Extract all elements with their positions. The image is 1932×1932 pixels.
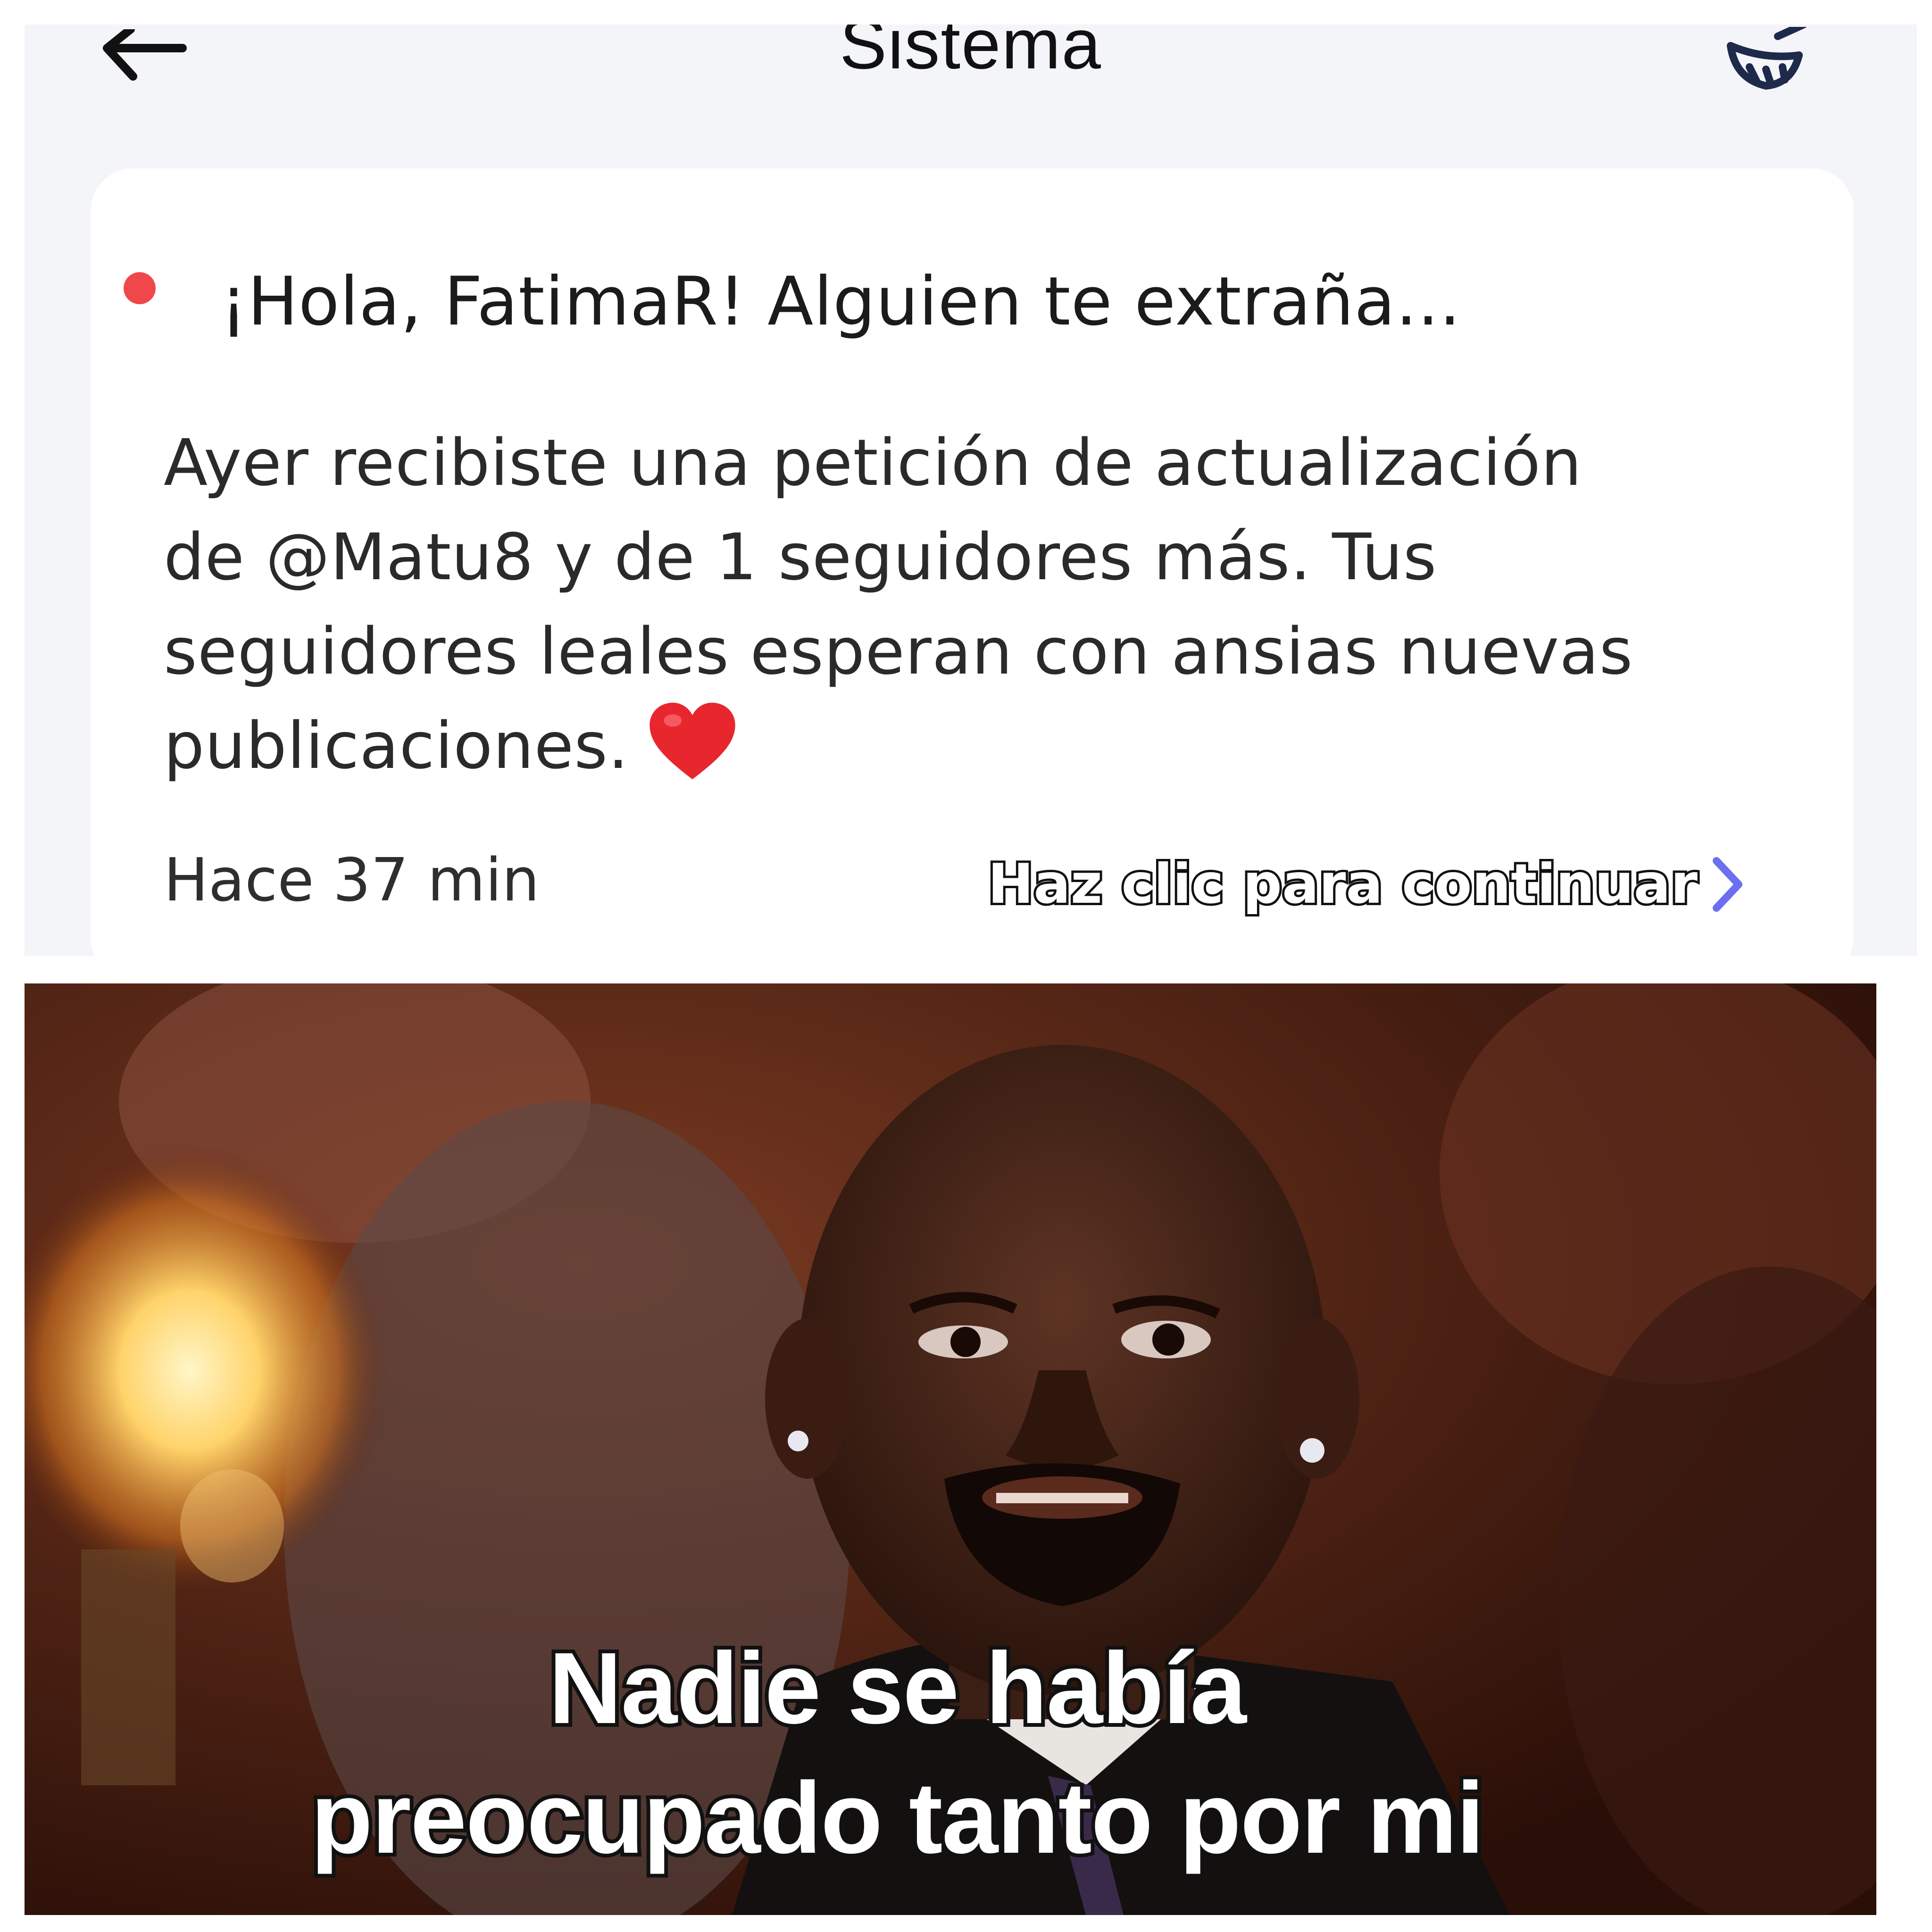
meme-caption-line-1: Nadie se había <box>545 1627 1250 1749</box>
body-line-text: publicaciones. <box>164 709 629 783</box>
body-line: Ayer recibiste una petición de actualiza… <box>164 426 1582 500</box>
chevron-right-icon <box>1713 857 1742 912</box>
app-screenshot: Sistema ¡Hola, FatimaR! Alguien te extra… <box>25 25 1917 956</box>
continue-link[interactable]: Haz clic para continuar <box>985 850 1747 918</box>
meme-photo: Nadie se había preocupado tanto por mi <box>25 983 1876 1915</box>
timestamp: Hace 37 min <box>164 845 540 915</box>
top-bar: Sistema <box>25 25 1917 166</box>
page-title: Sistema <box>840 25 1102 83</box>
clean-button[interactable] <box>1714 25 1818 95</box>
continue-label: Haz clic para continuar <box>985 850 1700 918</box>
meme-caption-line-2: preocupado tanto por mi <box>307 1757 1488 1878</box>
body-line: seguidores leales esperan con ansias nue… <box>164 615 1633 689</box>
body-line-last: publicaciones. <box>164 699 1767 793</box>
notification-title: ¡Hola, FatimaR! Alguien te extraña... <box>220 263 1461 341</box>
body-line: de @Matu8 y de 1 seguidores más. Tus <box>164 520 1437 595</box>
broom-icon <box>1727 27 1807 90</box>
notification-body: Ayer recibiste una petición de actualiza… <box>164 416 1767 793</box>
red-heart-icon <box>650 702 735 780</box>
unread-dot <box>124 272 156 304</box>
